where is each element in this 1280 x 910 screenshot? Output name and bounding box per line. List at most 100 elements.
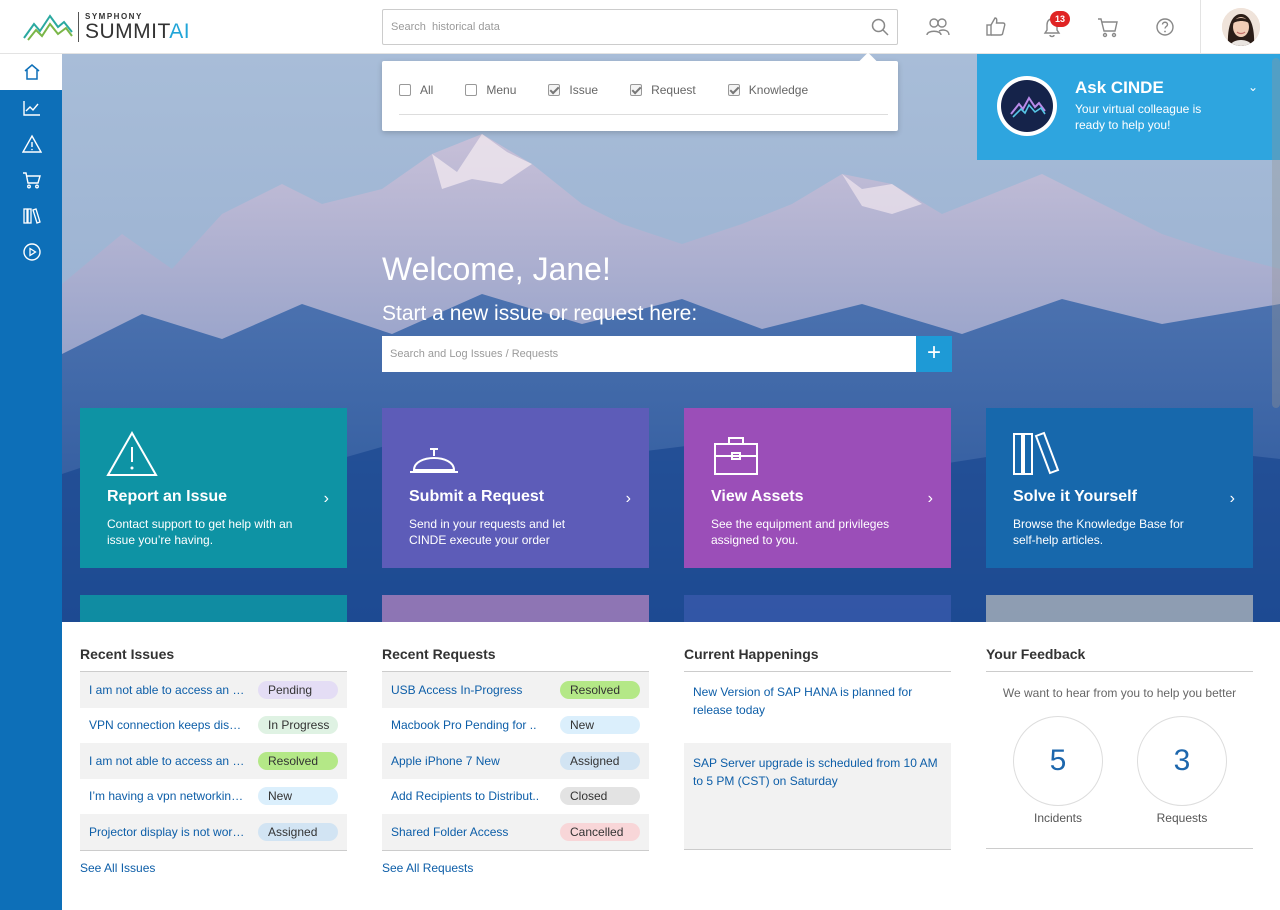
cinde-mountain-icon <box>1010 96 1046 118</box>
hero-subtitle: Start a new issue or request here: <box>382 302 698 325</box>
chevron-right-icon: › <box>625 490 631 507</box>
panel-title: Recent Issues <box>80 646 347 672</box>
logo-main-text: SUMMITAI <box>85 19 191 43</box>
search-icon[interactable] <box>871 18 889 36</box>
global-search-input[interactable] <box>383 10 843 44</box>
see-all-requests-link[interactable]: See All Requests <box>382 861 649 875</box>
list-item[interactable]: VPN connection keeps disconnecting In Pro… <box>80 708 347 744</box>
status-badge: New <box>560 716 640 735</box>
help-icon[interactable] <box>1153 15 1177 39</box>
list-item[interactable]: I am not able to access an Outlook Pendin… <box>80 672 347 708</box>
status-badge: Cancelled <box>560 822 640 841</box>
home-icon <box>24 64 40 80</box>
list-item[interactable]: I am not able to access an Outlook Resolv… <box>80 743 347 779</box>
global-search <box>382 9 898 45</box>
status-badge: Resolved <box>258 751 338 770</box>
tile-view-assets[interactable]: View Assets See the equipment and privil… <box>684 408 951 568</box>
requests-count[interactable]: 3 <box>1137 716 1227 806</box>
add-issue-button[interactable]: + <box>916 336 952 372</box>
list-item[interactable]: Add Recipients to Distribut.. Closed <box>382 779 649 815</box>
tile-description: Contact support to get help with an issu… <box>107 517 293 547</box>
tile-submit-request[interactable]: Submit a Request Send in your requests a… <box>382 408 649 568</box>
tile-title: Solve it Yourself <box>1013 488 1137 505</box>
filter-issue[interactable]: Issue <box>548 83 598 97</box>
request-title[interactable]: USB Access In-Progress <box>391 683 547 697</box>
tile-description: Browse the Knowledge Base for self-help … <box>1013 517 1184 547</box>
library-icon <box>23 208 41 224</box>
thumbs-up-icon[interactable] <box>984 15 1008 39</box>
sidebar-item-library[interactable] <box>0 198 62 234</box>
feedback-divider <box>986 848 1253 849</box>
list-item[interactable]: Shared Folder Access Cancelled <box>382 814 649 850</box>
list-item[interactable]: I’m having a vpn networking issue New <box>80 779 347 815</box>
cinde-avatar <box>997 76 1057 136</box>
notification-badge: 13 <box>1050 11 1070 27</box>
panel-title: Current Happenings <box>684 646 951 672</box>
tile-partial <box>684 595 951 622</box>
happening-item[interactable]: New Version of SAP HANA is planned for r… <box>684 672 951 743</box>
recent-requests-panel: Recent Requests USB Access In-Progress Re… <box>382 646 649 875</box>
feedback-subtitle: We want to hear from you to help you bet… <box>1002 686 1237 700</box>
request-title[interactable]: Shared Folder Access <box>391 825 547 839</box>
top-header: SYMPHONY SUMMITAI 13 <box>0 0 1280 54</box>
issue-title[interactable]: I am not able to access an Outlook <box>89 683 245 697</box>
filter-menu[interactable]: Menu <box>465 83 516 97</box>
ask-cinde-panel[interactable]: Ask CINDE Your virtual colleague is read… <box>977 54 1280 160</box>
sidebar-item-analytics[interactable] <box>0 90 62 126</box>
current-happenings-panel: Current Happenings New Version of SAP HA… <box>684 646 951 850</box>
request-title[interactable]: Apple iPhone 7 New <box>391 754 547 768</box>
sidebar-item-media[interactable] <box>0 234 62 270</box>
tile-title: Submit a Request <box>409 488 545 505</box>
issue-title[interactable]: I’m having a vpn networking issue <box>89 789 245 803</box>
tile-report-issue[interactable]: Report an Issue Contact support to get h… <box>80 408 347 568</box>
status-badge: Closed <box>560 787 640 806</box>
list-item[interactable]: USB Access In-Progress Resolved <box>382 672 649 708</box>
status-badge: In Progress <box>258 716 338 735</box>
list-item[interactable]: Projector display is not working Assigned <box>80 814 347 850</box>
issue-title[interactable]: Projector display is not working <box>89 825 245 839</box>
panel-title: Recent Requests <box>382 646 649 672</box>
logo-divider <box>78 12 79 42</box>
checkbox-all[interactable] <box>399 84 411 96</box>
page-scrollbar[interactable] <box>1272 58 1280 408</box>
users-icon[interactable] <box>926 15 950 39</box>
checkbox-menu[interactable] <box>465 84 478 96</box>
see-all-issues-link[interactable]: See All Issues <box>80 861 347 875</box>
left-sidebar <box>0 54 62 910</box>
issue-title[interactable]: VPN connection keeps disconnecting <box>89 718 245 732</box>
request-title[interactable]: Macbook Pro Pending for .. <box>391 718 547 732</box>
incidents-count[interactable]: 5 <box>1013 716 1103 806</box>
filter-knowledge[interactable]: Knowledge <box>727 83 808 97</box>
sidebar-item-issues[interactable] <box>0 126 62 162</box>
filter-all[interactable]: All <box>399 83 433 97</box>
log-issue-search <box>382 336 916 372</box>
request-title[interactable]: Add Recipients to Distribut.. <box>391 789 547 803</box>
list-item[interactable]: Macbook Pro Pending for .. New <box>382 708 649 744</box>
chevron-right-icon: › <box>1229 490 1235 507</box>
issue-title[interactable]: I am not able to access an Outlook <box>89 754 245 768</box>
filter-divider <box>399 114 888 115</box>
happenings-list: New Version of SAP HANA is planned for r… <box>684 672 951 850</box>
cinde-title: Ask CINDE <box>1075 78 1164 97</box>
sidebar-item-cart[interactable] <box>0 162 62 198</box>
summitai-logo[interactable]: SYMPHONY SUMMITAI <box>22 10 190 44</box>
happening-item[interactable]: SAP Server upgrade is scheduled from 10 … <box>684 743 951 849</box>
user-avatar[interactable] <box>1222 8 1260 46</box>
user-photo-icon <box>1222 8 1260 46</box>
tile-title: View Assets <box>711 488 804 505</box>
mountain-logo-icon <box>23 14 73 41</box>
list-item[interactable]: Apple iPhone 7 New Assigned <box>382 743 649 779</box>
checkbox-request[interactable] <box>630 84 643 96</box>
filter-request[interactable]: Request <box>630 83 696 97</box>
tile-solve-yourself[interactable]: Solve it Yourself Browse the Knowledge B… <box>986 408 1253 568</box>
checkbox-issue[interactable] <box>548 84 561 96</box>
status-badge: Pending <box>258 680 338 699</box>
checkbox-knowledge[interactable] <box>727 84 740 96</box>
tile-title: Report an Issue <box>107 488 228 505</box>
sidebar-item-home[interactable] <box>0 54 62 90</box>
status-badge: Assigned <box>560 751 640 770</box>
tile-partial <box>986 595 1253 622</box>
chevron-down-icon[interactable]: ⌄ <box>1248 80 1258 94</box>
log-issue-input[interactable] <box>382 336 916 372</box>
cart-icon[interactable] <box>1096 15 1120 39</box>
